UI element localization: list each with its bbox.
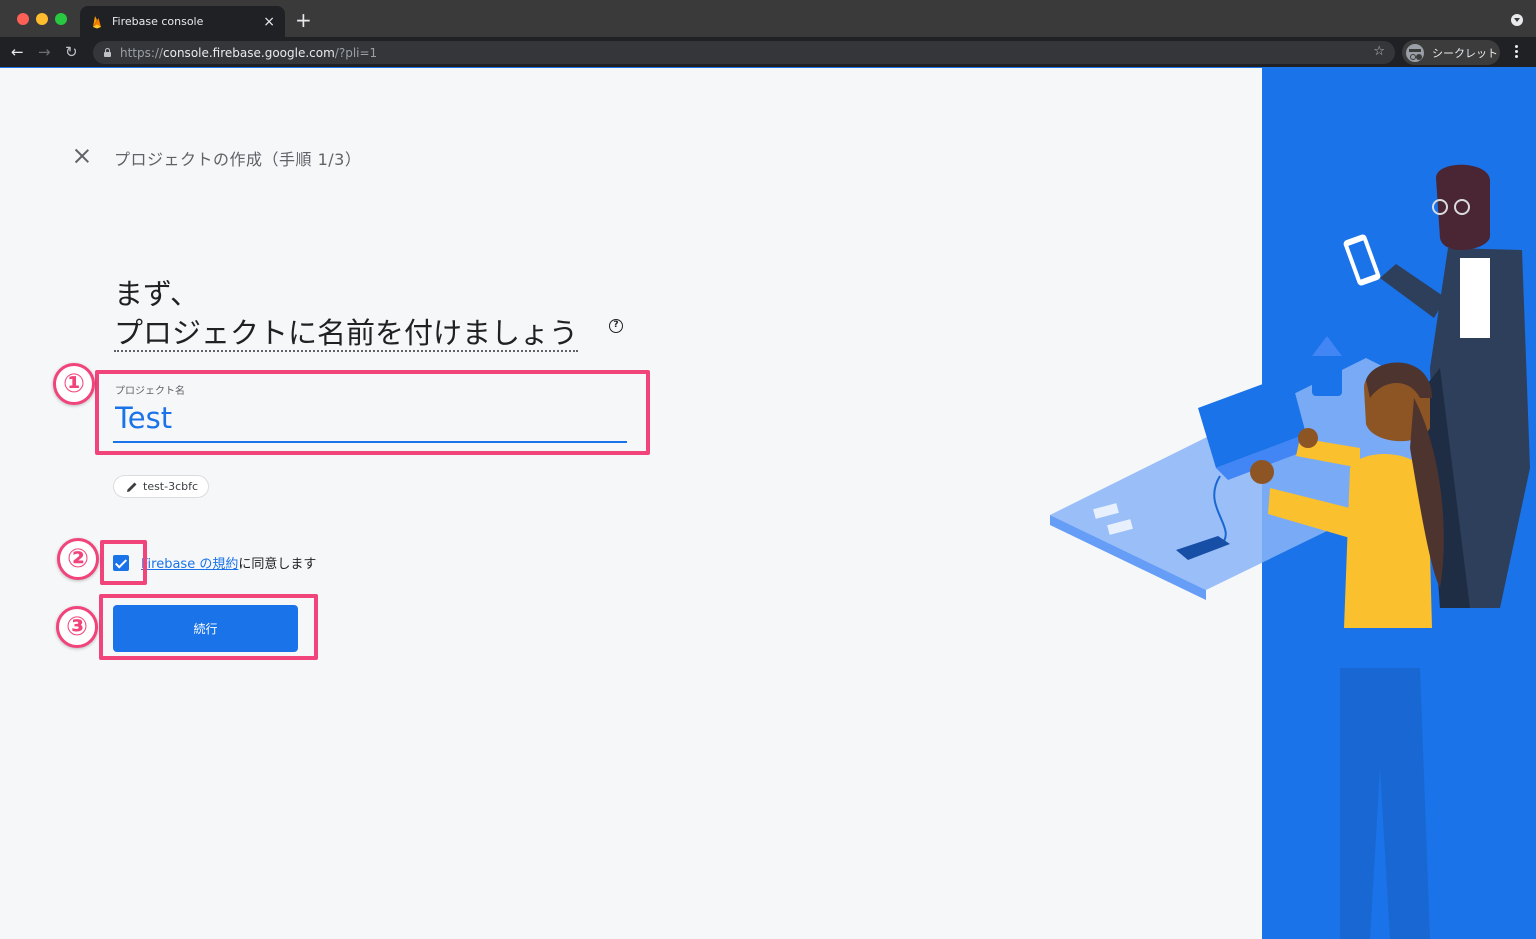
browser-tab-firebase[interactable]: Firebase console ×	[80, 6, 285, 37]
incognito-label: シークレット	[1432, 46, 1498, 60]
browser-tab-bar: Firebase console × +	[0, 0, 1536, 37]
forward-arrow-icon[interactable]: →	[38, 42, 51, 62]
firebase-create-project-page: プロジェクトの作成（手順 1/3） まず、 プロジェクトに名前を付けましょう ?…	[0, 68, 1536, 939]
url-text: https://console.firebase.google.com/?pli…	[120, 45, 378, 60]
address-bar[interactable]: https://console.firebase.google.com/?pli…	[93, 41, 1395, 64]
lock-icon	[103, 48, 112, 57]
back-arrow-icon[interactable]: ←	[11, 42, 24, 62]
new-tab-button[interactable]: +	[295, 8, 312, 32]
incognito-profile-button[interactable]: シークレット	[1402, 40, 1500, 65]
window-minimize-button[interactable]	[36, 13, 48, 25]
firebase-flame-icon	[93, 15, 101, 28]
developers-illustration	[1050, 164, 1530, 939]
bookmark-star-icon[interactable]: ☆	[1373, 44, 1385, 59]
window-close-button[interactable]	[17, 13, 29, 25]
incognito-icon	[1406, 43, 1424, 62]
tab-title: Firebase console	[112, 15, 204, 28]
browser-toolbar: ← → ↻ https://console.firebase.google.co…	[0, 37, 1536, 68]
window-maximize-button[interactable]	[55, 13, 67, 25]
tab-close-icon[interactable]: ×	[263, 15, 275, 29]
tab-search-icon[interactable]	[1511, 14, 1523, 26]
browser-menu-icon[interactable]	[1515, 45, 1518, 48]
reload-icon[interactable]: ↻	[65, 42, 78, 62]
